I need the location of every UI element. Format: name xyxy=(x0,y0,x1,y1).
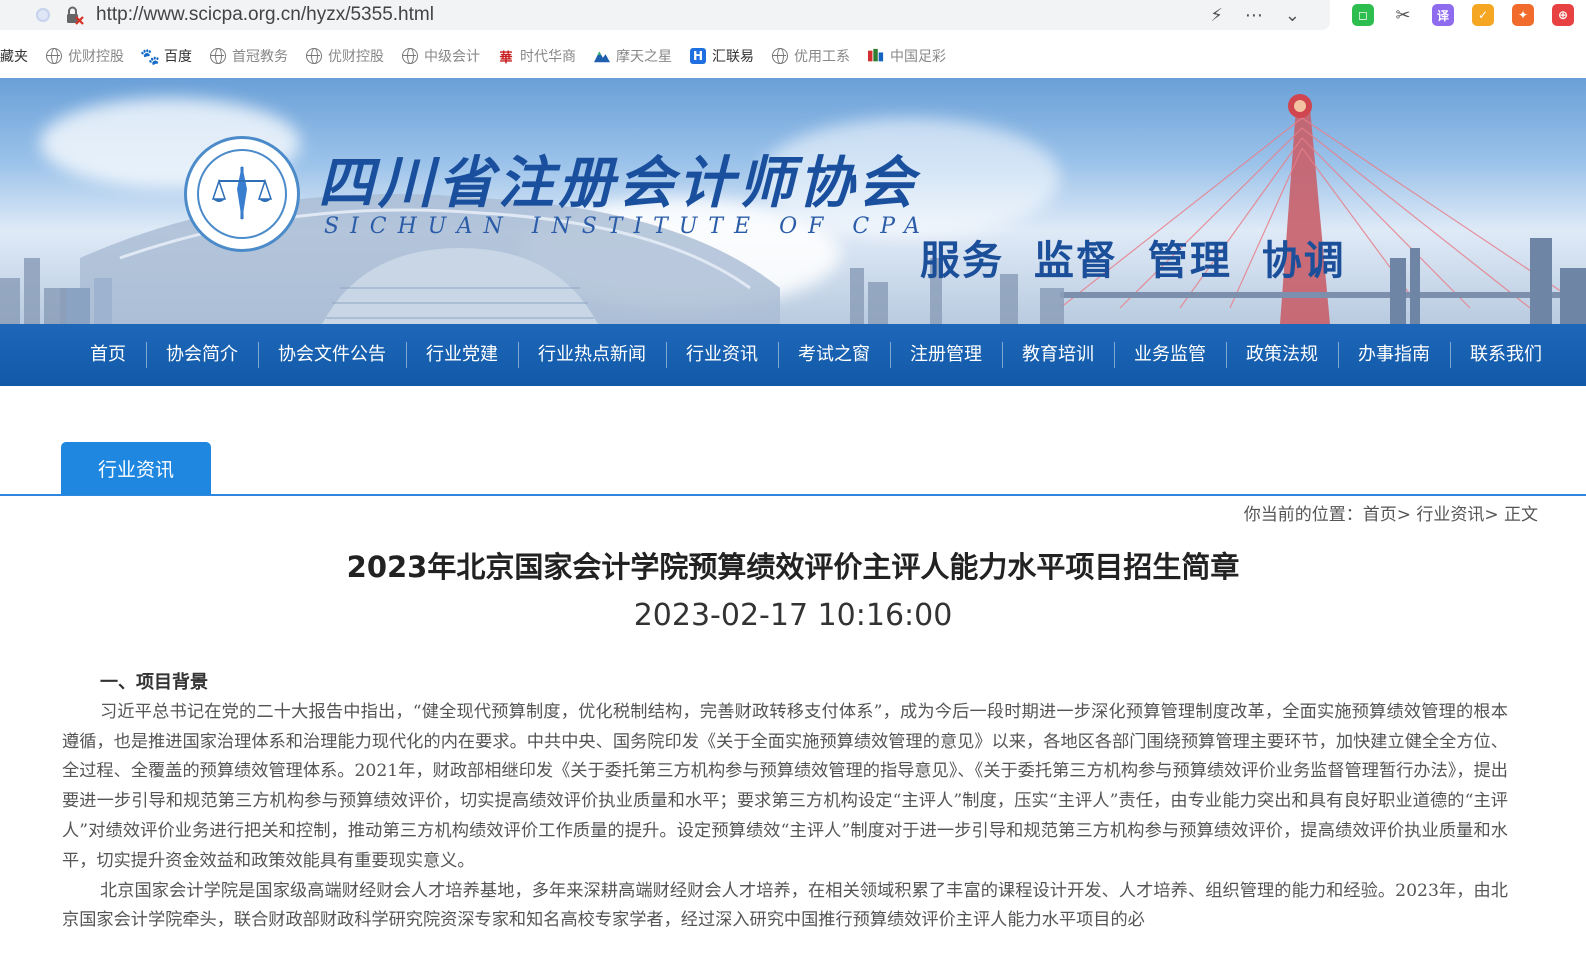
bookmark-item[interactable]: 首冠教务 xyxy=(210,46,288,66)
browser-address-bar: http://www.scicpa.org.cn/hyzx/5355.html … xyxy=(0,0,1586,32)
scales-icon xyxy=(211,165,273,221)
shield-ext-icon[interactable]: ✓ xyxy=(1472,4,1494,26)
nav-industry-info[interactable]: 行业资讯 xyxy=(666,324,778,386)
section-heading: 一、项目背景 xyxy=(100,672,208,693)
address-tools: ⚡ ⋯ ⌄ xyxy=(1210,0,1300,30)
game-ext-icon[interactable]: ✦ xyxy=(1512,4,1534,26)
nav-training[interactable]: 教育培训 xyxy=(1002,324,1114,386)
lightning-icon[interactable]: ⚡ xyxy=(1210,5,1223,26)
nav-supervision[interactable]: 业务监管 xyxy=(1114,324,1226,386)
mountain-icon xyxy=(594,48,610,64)
bookmark-favorites[interactable]: 收藏夹 xyxy=(0,46,28,66)
article-body: 一、项目背景 习近平总书记在党的二十大报告中指出，“健全现代预算制度，优化税制结… xyxy=(62,668,1508,936)
article-paragraph: 习近平总书记在党的二十大报告中指出，“健全现代预算制度，优化税制结构，完善财政转… xyxy=(62,701,1508,871)
site-banner: 四川省注册会计师协会 SICHUAN INSTITUTE OF CPA 服务 监… xyxy=(0,78,1586,324)
bookmarks-bar: 收藏夹 优财控股 🐾 百度 首冠教务 优财控股 中级会计 華 时代华商 摩天之星… xyxy=(0,38,1586,74)
globe-icon xyxy=(210,48,226,64)
site-favicon-icon xyxy=(36,8,50,22)
hui-icon: H xyxy=(690,48,706,64)
tab-industry-info[interactable]: 行业资讯 xyxy=(61,442,211,495)
bookmark-item[interactable]: 优财控股 xyxy=(306,46,384,66)
hua-icon: 華 xyxy=(499,50,513,66)
article-paragraph: 北京国家会计学院是国家级高端财经财会人才培养基地，多年来深耕高端财经财会人才培养… xyxy=(62,880,1508,931)
main-nav: 首页 协会简介 协会文件公告 行业党建 行业热点新闻 行业资讯 考试之窗 注册管… xyxy=(0,324,1586,386)
url-text[interactable]: http://www.scicpa.org.cn/hyzx/5355.html xyxy=(96,4,434,26)
chevron-down-icon[interactable]: ⌄ xyxy=(1285,5,1300,26)
bookmark-item[interactable]: 中级会计 xyxy=(402,46,480,66)
banner-slogan: 服务 监督 管理 协调 xyxy=(920,237,1346,284)
nav-policies[interactable]: 政策法规 xyxy=(1226,324,1338,386)
bookmark-item[interactable]: H 汇联易 xyxy=(690,46,754,66)
nav-about[interactable]: 协会简介 xyxy=(146,324,258,386)
red-ext-icon[interactable]: ⊕ xyxy=(1552,4,1574,26)
globe-icon xyxy=(46,48,62,64)
breadcrumb: 你当前的位置：首页> 行业资讯> 正文 xyxy=(1243,505,1538,525)
bookmark-item[interactable]: 优用工系 xyxy=(772,46,850,66)
zucai-icon xyxy=(868,48,884,64)
wechat-ext-icon[interactable]: ◻ xyxy=(1352,4,1374,26)
extension-icons: ◻ ✂ 译 ✓ ✦ ⊕ xyxy=(1352,2,1574,28)
translate-ext-icon[interactable]: 译 xyxy=(1432,4,1454,26)
banner-title-en: SICHUAN INSTITUTE OF CPA xyxy=(324,214,931,239)
scissors-ext-icon[interactable]: ✂ xyxy=(1392,4,1414,26)
nav-announcements[interactable]: 协会文件公告 xyxy=(258,324,406,386)
institute-seal-logo xyxy=(184,136,300,252)
bookmark-item[interactable]: 中国足彩 xyxy=(868,46,946,66)
bookmark-item[interactable]: 优财控股 xyxy=(46,46,124,66)
tab-underline xyxy=(0,494,1586,496)
article-date: 2023-02-17 10:16:00 xyxy=(633,598,953,633)
globe-icon xyxy=(306,48,322,64)
more-options-icon[interactable]: ⋯ xyxy=(1245,5,1263,26)
nav-party-building[interactable]: 行业党建 xyxy=(406,324,518,386)
nav-home[interactable]: 首页 xyxy=(70,324,146,386)
insecure-lock-icon[interactable] xyxy=(64,5,84,25)
bookmark-item[interactable]: 華 时代华商 xyxy=(498,46,576,66)
globe-icon xyxy=(772,48,788,64)
nav-hot-news[interactable]: 行业热点新闻 xyxy=(518,324,666,386)
globe-icon xyxy=(402,48,418,64)
banner-title-cn: 四川省注册会计师协会 xyxy=(318,150,918,216)
nav-guide[interactable]: 办事指南 xyxy=(1338,324,1450,386)
bookmark-item[interactable]: 摩天之星 xyxy=(594,46,672,66)
nav-exams[interactable]: 考试之窗 xyxy=(778,324,890,386)
article-title: 2023年北京国家会计学院预算绩效评价主评人能力水平项目招生简章 xyxy=(346,550,1240,584)
nav-contact[interactable]: 联系我们 xyxy=(1450,324,1562,386)
url-field-container[interactable]: http://www.scicpa.org.cn/hyzx/5355.html … xyxy=(0,0,1330,30)
bookmark-baidu[interactable]: 🐾 百度 xyxy=(140,46,192,66)
baidu-paw-icon: 🐾 xyxy=(140,46,160,66)
nav-registration[interactable]: 注册管理 xyxy=(890,324,1002,386)
